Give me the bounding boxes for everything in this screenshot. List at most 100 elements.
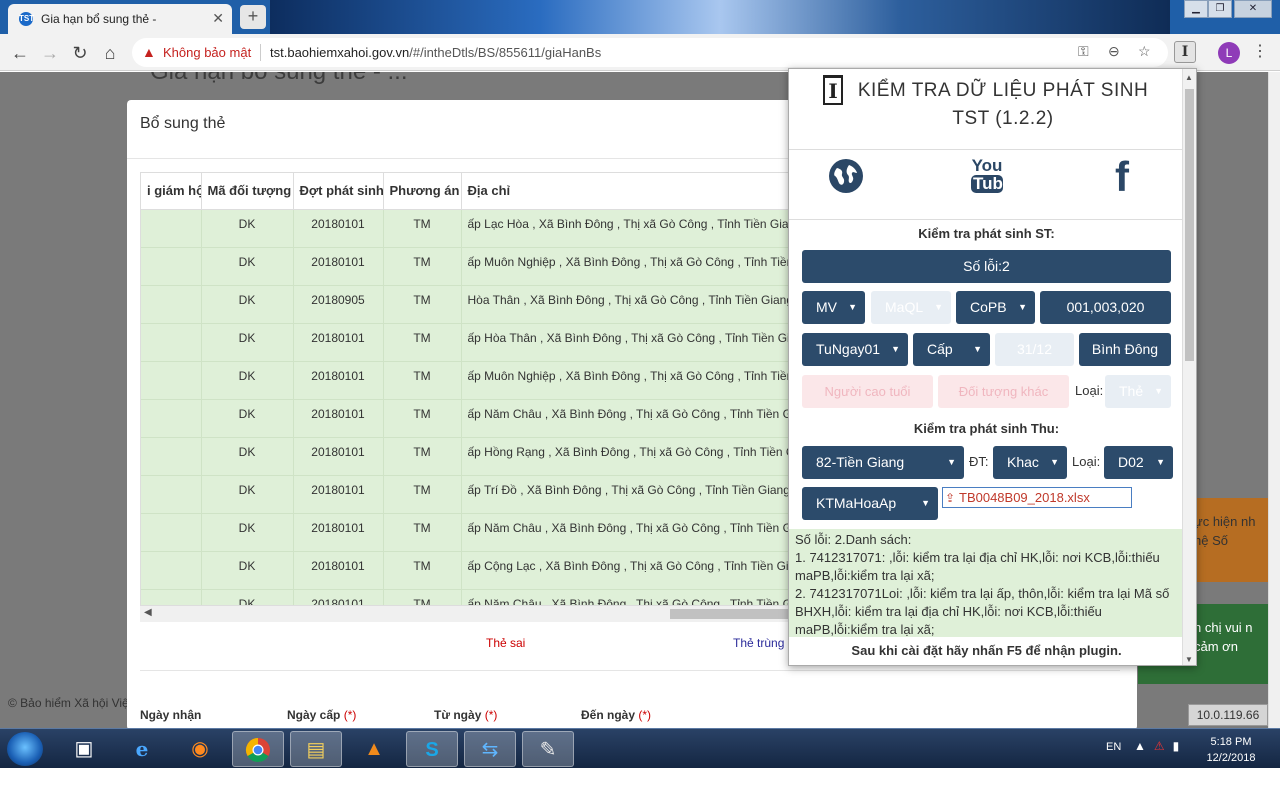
copb-select[interactable]: CoPB ▼ — [956, 291, 1035, 324]
method-select[interactable]: KTMaHoaAp ▼ — [802, 487, 938, 520]
table-row[interactable]: DK 20180101 TM ấp Lạc Hòa , Xã Bình Đông , … — [141, 209, 799, 248]
forward-icon[interactable]: → — [38, 43, 62, 64]
maximize-icon[interactable]: ❐ — [1208, 0, 1232, 18]
reload-hint: Sau khi cài đặt hãy nhấn F5 để nhận plug… — [851, 643, 1122, 658]
media-player-icon[interactable]: ▣ — [58, 731, 110, 767]
table-cell: DK — [201, 513, 294, 552]
popup-scrollbar[interactable]: ▲ ▼ — [1182, 69, 1196, 665]
table-cell — [141, 437, 202, 476]
wrong-card-tab[interactable]: Thẻ sai — [486, 636, 525, 650]
paint-icon[interactable]: ✎ — [522, 731, 574, 767]
vlc-icon[interactable]: ▲ — [348, 731, 400, 767]
table-row[interactable]: DK 20180101 TM ấp Hòa Thân , Xã Bình Đông ,… — [141, 323, 799, 362]
column-header[interactable]: i giám hộ — [141, 173, 202, 210]
table-row[interactable]: DK 20180101 TM ấp Cộng Lạc , Xã Bình Đông ,… — [141, 551, 799, 590]
scroll-left-icon[interactable]: ◀ — [144, 607, 152, 618]
reload-icon[interactable]: ↻ — [68, 43, 92, 64]
window-background — [270, 0, 1170, 34]
province-select[interactable]: 82-Tiền Giang ▼ — [802, 446, 964, 479]
table-row[interactable]: DK 20180101 TM ấp Năm Châu , Xã Bình Đông ,… — [141, 399, 799, 438]
scroll-up-icon[interactable]: ▲ — [1185, 73, 1193, 82]
table-row[interactable]: DK 20180101 TM ấp Năm Châu , Xã Bình Đông ,… — [141, 589, 799, 605]
table-row[interactable]: DK 20180905 TM Hòa Thân , Xã Bình Đông , Th… — [141, 285, 799, 324]
column-header[interactable]: Mã đối tượng — [201, 173, 294, 210]
network-warning-icon[interactable]: ⚠ — [1154, 739, 1173, 753]
security-label[interactable]: Không bảo mật — [163, 45, 251, 60]
error-count-button[interactable]: Số lỗi:2 — [802, 250, 1171, 283]
back-icon[interactable]: ← — [8, 43, 32, 64]
table-row[interactable]: DK 20180101 TM ấp Muôn Nghiệp , Xã Bình Đôn… — [141, 247, 799, 286]
table-cell: 20180101 — [293, 361, 384, 400]
column-header[interactable]: Địa chỉ — [461, 173, 799, 210]
horizontal-scrollbar[interactable]: ◀ — [140, 606, 800, 622]
table-cell: TM — [383, 323, 462, 362]
cap-select[interactable]: Cấp ▼ — [913, 333, 990, 366]
firefox-icon[interactable]: ◉ — [174, 731, 226, 767]
profile-avatar[interactable]: L — [1218, 42, 1240, 64]
popup-scroll-thumb[interactable] — [1185, 89, 1194, 361]
table-cell: 20180101 — [293, 589, 384, 605]
table-row[interactable]: DK 20180101 TM ấp Trí Đồ , Xã Bình Đông , T… — [141, 475, 799, 514]
date-input[interactable]: 31/12 — [995, 333, 1074, 366]
window-close-icon[interactable]: ✕ — [1234, 0, 1272, 18]
key-icon[interactable]: ⚿ — [1078, 43, 1089, 60]
extension-icon[interactable]: I — [1174, 41, 1196, 63]
mv-select[interactable]: MV ▼ — [802, 291, 865, 324]
internet-explorer-icon[interactable]: e — [116, 731, 168, 767]
maql-select[interactable]: MaQL ▼ — [871, 291, 951, 324]
signal-icon[interactable]: ▮ — [1173, 739, 1188, 753]
youtube-icon[interactable]: You Tube — [971, 157, 1012, 201]
place-button[interactable]: Bình Đông — [1079, 333, 1171, 366]
scroll-thumb[interactable] — [670, 609, 800, 619]
zoom-icon[interactable]: ⊖ — [1108, 43, 1120, 60]
issue-date-text: Ngày cấp — [287, 708, 341, 722]
column-header[interactable]: Phương án — [383, 173, 462, 210]
globe-icon[interactable] — [829, 159, 863, 193]
file-explorer-icon[interactable]: ▤ — [290, 731, 342, 767]
scroll-down-icon[interactable]: ▼ — [1185, 655, 1193, 664]
chrome-menu-icon[interactable]: ⋮ — [1252, 41, 1268, 61]
facebook-icon[interactable]: f — [1115, 153, 1129, 200]
duplicate-card-tab[interactable]: Thẻ trùng — [733, 636, 784, 650]
table-row[interactable]: DK 20180101 TM ấp Hồng Rạng , Xã Bình Đông … — [141, 437, 799, 476]
system-clock[interactable]: 5:18 PM 12/2/2018 — [1192, 734, 1270, 766]
browser-tab-bar: TST Gia hạn bổ sung thẻ - ✕ + ▁ ❐ ✕ — [0, 0, 1280, 34]
show-hidden-icon[interactable]: ▲ — [1134, 739, 1154, 753]
table-cell: ấp Trí Đồ , Xã Bình Đông , Thị xã Gò Côn… — [461, 475, 799, 514]
table-cell: TM — [383, 399, 462, 438]
teamviewer-icon[interactable]: ⇆ — [464, 731, 516, 767]
table-cell: TM — [383, 209, 462, 248]
star-icon[interactable]: ☆ — [1138, 43, 1151, 60]
loai-label: Loại: — [1072, 454, 1101, 469]
table-cell: DK — [201, 437, 294, 476]
start-button[interactable] — [7, 732, 43, 766]
minimize-icon[interactable]: ▁ — [1184, 0, 1208, 18]
new-tab-button[interactable]: + — [240, 5, 266, 29]
loai-select[interactable]: D02 ▼ — [1104, 446, 1173, 479]
skype-icon[interactable]: S — [406, 731, 458, 767]
table-cell: DK — [201, 361, 294, 400]
address-bar[interactable]: ▲ Không bảo mật tst.baohiemxahoi.gov.vn/… — [132, 38, 1168, 67]
page-vertical-scrollbar[interactable] — [1268, 72, 1280, 728]
type-select[interactable]: Thẻ ▼ — [1105, 375, 1171, 408]
file-input[interactable]: ⇪ TB0048B09_2018.xlsx — [942, 487, 1132, 508]
card-table: i giám hộ Mã đối tượng Đợt phát sinh Phương… — [140, 172, 800, 606]
chrome-icon[interactable] — [232, 731, 284, 767]
tray-icons[interactable]: ▲⚠▮ — [1134, 739, 1187, 753]
url-text[interactable]: tst.baohiemxahoi.gov.vn/#/intheDtls/BS/8… — [270, 45, 601, 60]
table-row[interactable]: DK 20180101 TM ấp Năm Châu , Xã Bình Đông ,… — [141, 513, 799, 552]
code-input[interactable]: 001,003,020 — [1040, 291, 1171, 324]
elderly-button[interactable]: Người cao tuổi — [802, 375, 933, 408]
error-item: 2. 7412317071Loi: ,lỗi: kiểm tra lại ấp,… — [795, 586, 1170, 637]
browser-tab[interactable]: TST Gia hạn bổ sung thẻ - ✕ — [8, 4, 232, 34]
home-icon[interactable]: ⌂ — [98, 43, 122, 64]
table-cell — [141, 551, 202, 590]
column-header[interactable]: Đợt phát sinh — [293, 173, 384, 210]
tungay-select[interactable]: TuNgay01 ▼ — [802, 333, 908, 366]
tab-close-icon[interactable]: ✕ — [212, 10, 224, 27]
chevron-down-icon: ▼ — [1156, 457, 1165, 467]
other-subject-button[interactable]: Đối tượng khác — [938, 375, 1069, 408]
dt-select[interactable]: Khac ▼ — [993, 446, 1067, 479]
language-indicator[interactable]: EN — [1106, 741, 1121, 753]
table-row[interactable]: DK 20180101 TM ấp Muôn Nghiệp , Xã Bình Đôn… — [141, 361, 799, 400]
